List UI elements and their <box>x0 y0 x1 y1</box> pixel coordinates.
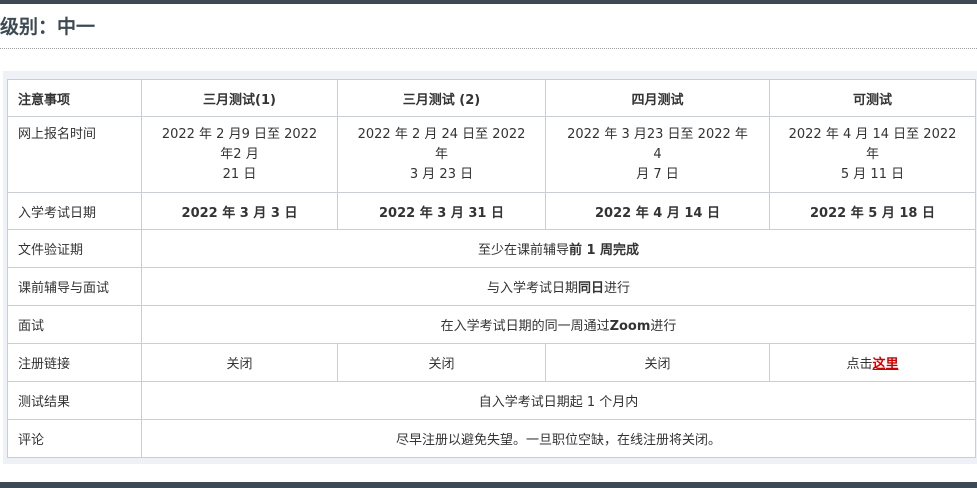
exam-date-1: 2022 年 3 月 3 日 <box>141 192 338 230</box>
header-march-test-2: 三月测试 (2) <box>337 79 546 117</box>
header-notes: 注意事项 <box>7 79 142 117</box>
tutoring-interview-value: 与入学考试日期同日进行 <box>141 267 976 306</box>
header-april-test: 四月测试 <box>545 79 770 117</box>
table-row-document-verification: 文件验证期 至少在课前辅导前 1 周完成 <box>7 229 976 268</box>
row-label-online-registration: 网上报名时间 <box>7 116 142 193</box>
table-row-interview: 面试 在入学考试日期的同一周通过Zoom进行 <box>7 305 976 344</box>
table-row-exam-date: 入学考试日期 2022 年 3 月 3 日 2022 年 3 月 31 日 20… <box>7 192 976 230</box>
dotted-separator <box>0 48 977 49</box>
row-label-comment: 评论 <box>7 419 142 458</box>
interview-value: 在入学考试日期的同一周通过Zoom进行 <box>141 305 976 344</box>
table-row-comment: 评论 尽早注册以避免失望。一旦职位空缺，在线注册将关闭。 <box>7 419 976 458</box>
table-row-registration-link: 注册链接 关闭 关闭 关闭 点击这里 <box>7 343 976 382</box>
row-label-tutoring-interview: 课前辅导与面试 <box>7 267 142 306</box>
online-registration-period-2: 2022 年 2 月 24 日至 2022 年 3 月 23 日 <box>337 116 546 193</box>
online-registration-period-3: 2022 年 3 月23 日至 2022 年 4 月 7 日 <box>545 116 770 193</box>
exam-date-3: 2022 年 4 月 14 日 <box>545 192 770 230</box>
online-registration-period-1: 2022 年 2 月9 日至 2022 年2 月 21 日 <box>141 116 338 193</box>
registration-status-3: 关闭 <box>545 343 770 382</box>
schedule-table: 注意事项 三月测试(1) 三月测试 (2) 四月测试 可测试 网上报名时间 20… <box>7 79 976 458</box>
row-label-registration-link: 注册链接 <box>7 343 142 382</box>
table-row-tutoring-interview: 课前辅导与面试 与入学考试日期同日进行 <box>7 267 976 306</box>
header-march-test-1: 三月测试(1) <box>141 79 338 117</box>
level-title: 级别：中一 <box>0 16 96 38</box>
comment-value: 尽早注册以避免失望。一旦职位空缺，在线注册将关闭。 <box>141 419 976 458</box>
header-available-test: 可测试 <box>769 79 976 117</box>
online-registration-period-4: 2022 年 4 月 14 日至 2022 年 5 月 11 日 <box>769 116 976 193</box>
exam-date-4: 2022 年 5 月 18 日 <box>769 192 976 230</box>
row-label-exam-date: 入学考试日期 <box>7 192 142 230</box>
row-label-interview: 面试 <box>7 305 142 344</box>
test-result-value: 自入学考试日期起 1 个月内 <box>141 381 976 420</box>
row-label-test-result: 测试结果 <box>7 381 142 420</box>
table-header-row: 注意事项 三月测试(1) 三月测试 (2) 四月测试 可测试 <box>7 79 976 117</box>
document-verification-value: 至少在课前辅导前 1 周完成 <box>141 229 976 268</box>
registration-status-4: 点击这里 <box>769 343 976 382</box>
table-row-online-registration: 网上报名时间 2022 年 2 月9 日至 2022 年2 月 21 日 202… <box>7 116 976 193</box>
registration-status-1: 关闭 <box>141 343 338 382</box>
schedule-panel: 注意事项 三月测试(1) 三月测试 (2) 四月测试 可测试 网上报名时间 20… <box>3 71 977 464</box>
bottom-border-bar <box>0 482 977 488</box>
top-border-bar <box>0 0 977 4</box>
table-row-test-result: 测试结果 自入学考试日期起 1 个月内 <box>7 381 976 420</box>
exam-date-2: 2022 年 3 月 31 日 <box>337 192 546 230</box>
row-label-document-verification: 文件验证期 <box>7 229 142 268</box>
register-here-link[interactable]: 这里 <box>873 357 899 372</box>
registration-status-2: 关闭 <box>337 343 546 382</box>
